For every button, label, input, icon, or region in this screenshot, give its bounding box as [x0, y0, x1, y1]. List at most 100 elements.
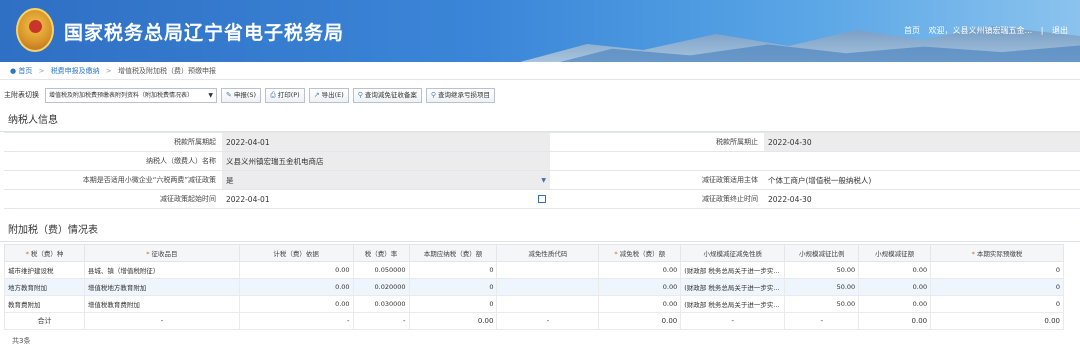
cell: 增值税地方教育附加 [83, 278, 240, 296]
cell: 0 [930, 261, 1064, 279]
col-header: * 税（费）种 [4, 244, 85, 262]
cell[interactable]: 0.00 [238, 295, 354, 313]
cell: - [238, 312, 354, 330]
location-pin-icon: ● [10, 67, 17, 75]
empty-label [550, 152, 764, 170]
cell[interactable]: (财政部 税务总局关于进一步实... [680, 261, 786, 279]
cell[interactable]: (财政部 税务总局关于进一步实... [680, 295, 786, 313]
cell: - [83, 312, 240, 330]
table-switch-select[interactable]: 增值税及附加税费预缴表附列资料（附加税费情况表） ▼ [45, 87, 217, 103]
declare-icon: ✎ [226, 90, 232, 99]
col-header: 小规模减征比例 [784, 244, 860, 262]
cell: 0.00 [858, 261, 932, 279]
export-button[interactable]: ↗ 导出(E) [308, 87, 349, 103]
table-switch-label: 主附表切换 [4, 91, 39, 99]
export-label: 导出(E) [321, 90, 344, 99]
cell[interactable]: 0.00 [238, 261, 354, 279]
cell[interactable]: (财政部 税务总局关于进一步实... [680, 278, 786, 296]
policy-end-field: 2022-04-30 [764, 190, 1080, 208]
cell: 0.050000 [352, 261, 410, 279]
cell: 0.00 [598, 278, 682, 296]
surtax-section-title: 附加税（费）情况表 [0, 220, 1080, 242]
record-count: 共3条 [12, 337, 31, 345]
cell: 50.00 [784, 261, 860, 279]
col-header: 计税（费）依据 [238, 244, 354, 262]
breadcrumb-level1[interactable]: 税费申报及缴纳 [51, 67, 100, 75]
surtax-table: * 税（费）种 * 征收品目 计税（费）依据 税（费）率 本期应纳税（费）额 减免性… [4, 244, 1064, 330]
form-row: 税款所属期起 2022-04-01 税款所属期止 2022-04-30 [4, 133, 1080, 152]
print-label: 打印(P) [277, 90, 300, 99]
dropdown-arrow-icon: ▼ [541, 177, 546, 184]
query-loss-button[interactable]: ⚲ 查询继承亏损项目 [425, 87, 496, 103]
cell: - [680, 312, 786, 330]
print-button[interactable]: ⎙ 打印(P) [265, 87, 305, 103]
site-title: 国家税务总局辽宁省电子税务局 [64, 22, 345, 44]
col-header: 小规模减征额 [858, 244, 932, 262]
cell: 0.00 [930, 312, 1064, 330]
home-link[interactable]: 首页 [904, 26, 920, 35]
cell: 增值税教育费附加 [83, 295, 240, 313]
toolbar: 主附表切换 增值税及附加税费预缴表附列资料（附加税费情况表） ▼ ✎ 申报(S) ⎙… [0, 84, 1080, 106]
policy-start-label: 减征政策起始时间 [160, 195, 216, 203]
policy-start-value: 2022-04-01 [226, 195, 270, 204]
dropdown-arrow-icon: ▼ [208, 91, 213, 99]
query-reduction-label: 查询減免征收备案 [364, 90, 417, 99]
query-reduction-button[interactable]: ⚲ 查询減免征收备案 [352, 87, 422, 103]
search-icon: ⚲ [357, 90, 363, 99]
small-micro-policy-select[interactable]: 是 ▼ [222, 171, 550, 189]
cell: - [496, 312, 600, 330]
export-icon: ↗ [313, 90, 320, 99]
breadcrumb-sep: > [105, 67, 112, 75]
cell: 0 [930, 278, 1064, 296]
col-header: * 减免税（费）额 [598, 244, 682, 262]
cell: 合计 [4, 312, 85, 330]
cell: 城市维护建设税 [4, 261, 85, 279]
breadcrumb-level2: 增值税及附加税（费）预缴申报 [118, 67, 217, 75]
welcome-text: 欢迎，义县义州镇宏瑞五金... [928, 26, 1033, 35]
cell: 0.020000 [352, 278, 410, 296]
cell[interactable] [496, 278, 600, 296]
empty-field [764, 152, 1080, 170]
cell: 0 [408, 278, 498, 296]
period-start-field: 2022-04-01 [222, 133, 550, 151]
table-row[interactable]: 地方教育附加 增值税地方教育附加 0.00 0.020000 0 0.00 (财… [4, 278, 1064, 296]
cell: 0.00 [598, 295, 682, 313]
taxpayer-name-field: 义县义州镇宏瑞五金机电商店 [222, 152, 550, 170]
cell: 0.00 [858, 295, 932, 313]
print-icon: ⎙ [270, 90, 276, 99]
search-icon: ⚲ [430, 90, 437, 99]
table-row[interactable]: 城市维护建设税 县城、镇（增值税附征） 0.00 0.050000 0 0.00… [4, 261, 1064, 279]
breadcrumb: ● 首页 > 税费申报及缴纳 > 增值税及附加税（费）预缴申报 [0, 63, 1080, 80]
calendar-icon[interactable] [538, 195, 546, 203]
policy-subject-label: 减征政策适用主体 [702, 176, 758, 184]
table-row[interactable]: 教育费附加 增值税教育费附加 0.00 0.030000 0 0.00 (财政部… [4, 295, 1064, 313]
total-row: 合计 - - - 0.00 - 0.00 - - 0.00 0.00 [4, 312, 1064, 330]
period-end-label: 税款所属期止 [716, 138, 758, 146]
table-switch-value: 增值税及附加税费预缴表附列资料（附加税费情况表） [49, 91, 194, 99]
breadcrumb-sep: > [38, 67, 45, 75]
query-loss-label: 查询继承亏损项目 [438, 90, 491, 99]
col-header: 本期应纳税（费）额 [408, 244, 498, 262]
cell: 县城、镇（增值税附征） [83, 261, 240, 279]
cell[interactable] [496, 261, 600, 279]
cell: 地方教育附加 [4, 278, 85, 296]
cell[interactable]: 0.00 [238, 278, 354, 296]
policy-end-label: 减征政策终止时间 [702, 195, 758, 203]
form-row: 纳税人（缴费人）名称 义县义州镇宏瑞五金机电商店 [4, 152, 1080, 171]
col-header: 减免性质代码 [496, 244, 600, 262]
cell: 50.00 [784, 295, 860, 313]
policy-subject-field: 个体工商户(增值税一般纳税人) [764, 171, 1080, 189]
col-header: 税（费）率 [352, 244, 410, 262]
taxpayer-form: 税款所属期起 2022-04-01 税款所属期止 2022-04-30 纳税人（… [4, 132, 1080, 209]
separator: | [1040, 26, 1044, 35]
breadcrumb-home[interactable]: 首页 [18, 67, 32, 75]
logout-link[interactable]: 退出 [1052, 26, 1068, 35]
form-row: 本期是否适用小微企业“六税两费”减征政策 是 ▼ 减征政策适用主体 个体工商户(增… [4, 171, 1080, 190]
col-header: 小规模减征减免性质 [680, 244, 786, 262]
policy-start-field[interactable]: 2022-04-01 [222, 190, 550, 208]
form-row: 减征政策起始时间 2022-04-01 减征政策终止时间 2022-04-30 [4, 190, 1080, 209]
col-header: * 征收品目 [83, 244, 240, 262]
declare-button[interactable]: ✎ 申报(S) [221, 87, 262, 103]
cell: - [352, 312, 410, 330]
cell[interactable] [496, 295, 600, 313]
